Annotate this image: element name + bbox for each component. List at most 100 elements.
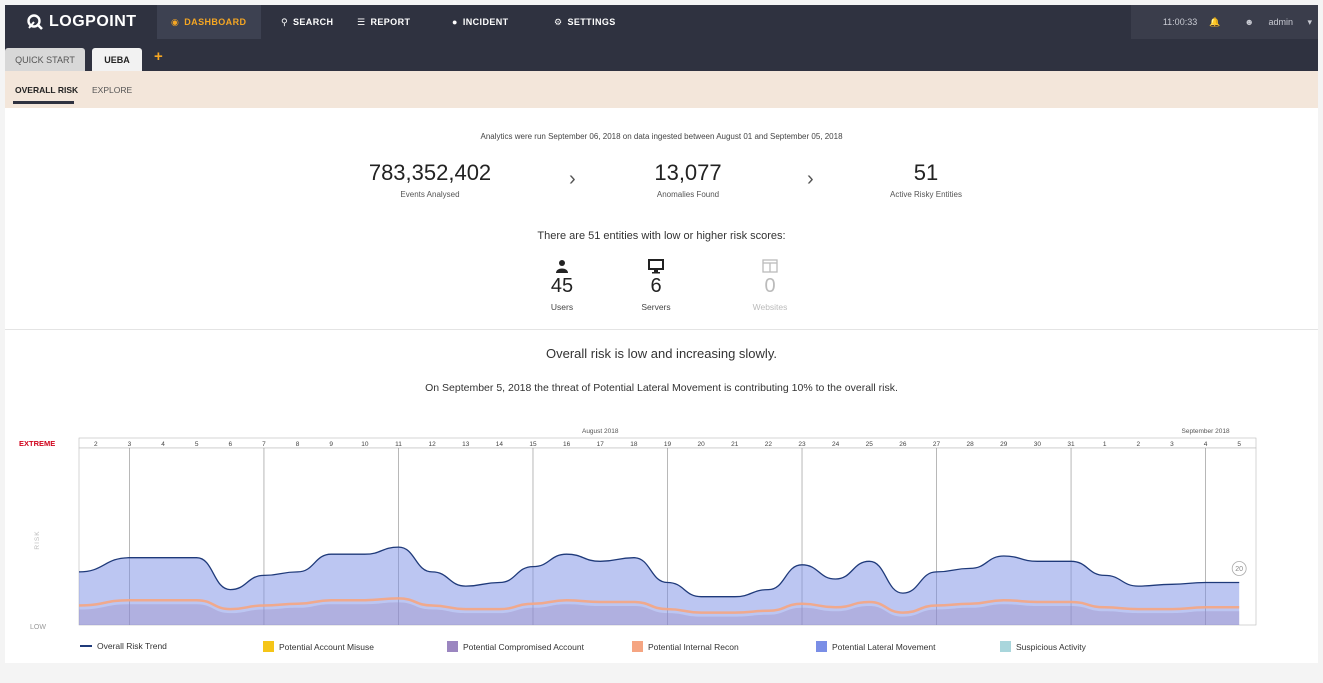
dashboard-tab-bar: QUICK START UEBA + [5,39,1318,71]
legend-swatch [263,641,274,652]
stat-value: 13,077 [654,160,722,185]
chart-legend: Overall Risk Trend Potential Account Misu… [5,641,1318,663]
chevron-down-icon: ▾ [1307,16,1312,27]
legend-label: Potential Account Misuse [279,641,374,652]
legend-swatch [80,645,92,647]
tab-quick-start[interactable]: QUICK START [5,48,85,71]
user-menu[interactable]: ☻ admin ▾ [1232,17,1312,28]
entity-count: 0 [764,275,776,297]
gear-icon: ⚙ [554,16,563,27]
date-tick-label: 7 [262,441,266,448]
tab-ueba[interactable]: UEBA [92,48,142,71]
risk-headline: Overall risk is low and increasing slowl… [546,346,777,361]
date-tick-label: 5 [195,441,199,448]
active-subtab-indicator [13,101,74,104]
sub-tab-bar: OVERALL RISK EXPLORE [5,71,1318,108]
tab-quick-start-label: QUICK START [15,54,75,65]
entity-users[interactable]: 45 Users [532,258,592,312]
date-tick-label: 27 [933,441,941,448]
stat-value: 783,352,402 [368,160,492,185]
date-tick-label: 1 [1103,441,1107,448]
nav-incident-label: INCIDENT [462,17,509,27]
stat-anomalies-found: 13,077 Anomalies Found [633,160,743,199]
date-tick-label: 23 [798,441,806,448]
tab-ueba-label: UEBA [104,54,130,65]
stat-value: 51 [913,160,939,185]
date-tick-label: 29 [1000,441,1008,448]
analytics-summary: Analytics were run September 06, 2018 on… [5,108,1318,330]
legend-item[interactable]: Potential Lateral Movement [816,641,935,652]
incident-icon: ● [452,17,458,27]
legend-label: Potential Compromised Account [463,641,584,652]
legend-label: Overall Risk Trend [97,641,167,651]
y-axis-title: RISK [34,530,41,549]
entity-websites[interactable]: 0 Websites [740,258,800,312]
stat-label: Events Analysed [400,190,460,199]
last-point-label: 20 [1235,566,1243,573]
month-label: September 2018 [1182,428,1230,435]
date-tick-label: 3 [128,441,132,448]
subtab-explore[interactable]: EXPLORE [92,85,132,95]
date-tick-label: 19 [664,441,672,448]
nav-settings[interactable]: ⚙ SETTINGS [540,5,630,39]
date-tick-label: 12 [428,441,436,448]
legend-swatch [816,641,827,652]
legend-item[interactable]: Overall Risk Trend [80,641,167,651]
subtab-overall-risk[interactable]: OVERALL RISK [15,85,78,95]
nav-report-label: REPORT [370,17,411,27]
date-tick-label: 30 [1034,441,1042,448]
nav-search[interactable]: ⚲ SEARCH [267,5,347,39]
date-tick-label: 9 [329,441,333,448]
entities-summary: There are 51 entities with low or higher… [537,230,786,242]
entity-label: Servers [641,302,671,312]
date-tick-label: 24 [832,441,840,448]
entity-label: Websites [752,302,788,312]
date-tick-label: 13 [462,441,470,448]
add-tab-icon[interactable]: + [154,48,163,65]
bottom-strip [5,663,1318,683]
dashboard-icon: ◉ [171,16,180,27]
legend-swatch [447,641,458,652]
date-tick-label: 2 [1136,441,1140,448]
entity-count: 6 [650,275,662,297]
entity-servers[interactable]: 6 Servers [626,258,686,312]
legend-item[interactable]: Suspicious Activity [1000,641,1086,652]
date-tick-label: 31 [1067,441,1075,448]
legend-item[interactable]: Potential Account Misuse [263,641,374,652]
legend-item[interactable]: Potential Internal Recon [632,641,739,652]
date-tick-label: 8 [296,441,300,448]
y-axis-top-label: EXTREME [19,439,55,448]
user-name: admin [1268,16,1293,27]
date-tick-label: 22 [765,441,773,448]
date-tick-label: 5 [1237,441,1241,448]
date-tick-label: 14 [496,441,504,448]
logo[interactable]: LOGPOINT [27,13,137,31]
date-tick-label: 18 [630,441,638,448]
date-tick-label: 20 [698,441,706,448]
date-tick-label: 3 [1170,441,1174,448]
legend-label: Potential Lateral Movement [832,641,936,652]
nav-incident[interactable]: ● INCIDENT [438,5,523,39]
legend-swatch [632,641,643,652]
monitor-icon [626,258,686,274]
report-icon: ☰ [357,16,366,27]
bell-icon[interactable]: 🔔 [1209,17,1220,28]
legend-item[interactable]: Potential Compromised Account [447,641,584,652]
date-tick-label: 15 [529,441,537,448]
chevron-right-icon: › [569,168,576,190]
legend-label: Potential Internal Recon [648,641,739,652]
stat-active-risky-entities: 51 Active Risky Entities [871,160,981,199]
date-tick-label: 4 [161,441,165,448]
nav-settings-label: SETTINGS [567,17,616,27]
date-tick-label: 17 [597,441,605,448]
date-tick-label: 6 [229,441,233,448]
chevron-right-icon: › [807,168,814,190]
nav-dashboard[interactable]: ◉ DASHBOARD [157,5,261,39]
risk-chart-svg: August 2018 September 20182 3 4 5 6 7 8 9 10 11 12 1… [19,428,1257,631]
nav-report[interactable]: ☰ REPORT [343,5,424,39]
search-icon: ⚲ [281,16,288,27]
user-icon [532,258,592,274]
brand-name: LOGPOINT [49,13,137,30]
date-tick-label: 4 [1204,441,1208,448]
nav-search-label: SEARCH [293,17,334,27]
